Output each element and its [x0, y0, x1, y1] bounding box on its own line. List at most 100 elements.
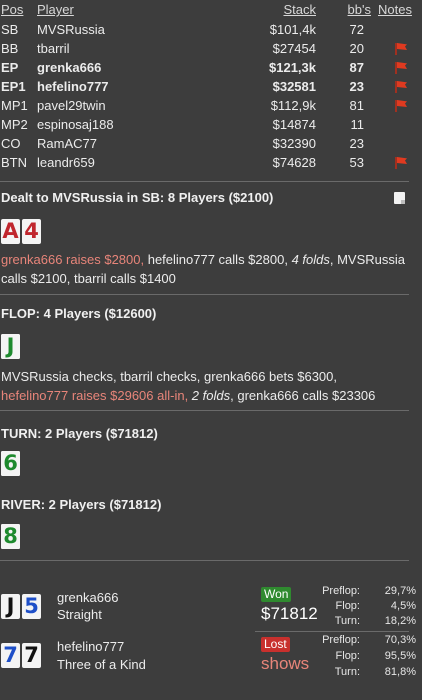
cell-player: MVSRussia	[37, 22, 105, 37]
table-row[interactable]: MP1 pavel29twin $112,9k 81	[0, 96, 422, 115]
stat-label: Turn:	[334, 666, 360, 678]
winner-cards: J5	[1, 594, 41, 619]
river-title: RIVER: 2 Players ($71812)	[1, 497, 162, 512]
lost-badge: Lost	[261, 637, 290, 652]
stat-label: Flop:	[335, 650, 360, 662]
divider	[0, 560, 409, 561]
red-flag-icon[interactable]	[395, 100, 408, 112]
table-row[interactable]: EP1 hefelino777 $32581 23	[0, 77, 422, 96]
stat-label: Preflop:	[322, 634, 360, 646]
cell-bbs: 72	[349, 22, 364, 37]
preflop-action: grenka666 raises $2800, hefelino777 call…	[1, 250, 407, 288]
playing-card: 7	[1, 643, 20, 668]
header-notes[interactable]: Notes	[378, 0, 412, 20]
playing-card: 8	[1, 524, 20, 549]
cell-stack: $74628	[272, 155, 316, 170]
cell-player: grenka666	[37, 60, 102, 75]
cell-pos: SB	[1, 22, 19, 37]
playing-card: J	[1, 334, 20, 359]
stat-value: 70,3%	[384, 634, 416, 646]
flop-action: MVSRussia checks, tbarril checks, grenka…	[1, 367, 407, 405]
cell-bbs: 53	[349, 155, 364, 170]
cell-stack: $112,9k	[270, 98, 316, 113]
cell-stack: $121,3k	[269, 60, 316, 75]
red-flag-icon[interactable]	[395, 81, 408, 93]
cell-bbs: 87	[349, 60, 364, 75]
note-icon[interactable]	[394, 192, 405, 204]
divider	[0, 294, 409, 295]
winner-name[interactable]: grenka666	[57, 589, 118, 607]
preflop-title: Dealt to MVSRussia in SB: 8 Players ($21…	[1, 190, 274, 205]
action-folds: 2 folds	[188, 388, 231, 403]
river-cards: 47J68	[1, 524, 20, 549]
stat-label: Flop:	[335, 600, 360, 612]
red-flag-icon[interactable]	[395, 157, 408, 169]
table-row[interactable]: MP2 espinosaj188 $14874 11	[0, 115, 422, 134]
playing-card: 5	[22, 594, 41, 619]
divider	[0, 410, 409, 411]
divider	[0, 181, 409, 182]
stat-value: 81,8%	[384, 666, 416, 678]
cell-stack: $32390	[272, 136, 316, 151]
cell-pos: EP	[1, 60, 19, 75]
red-flag-icon[interactable]	[395, 62, 408, 74]
table-header: Pos Player Stack bb's Notes	[0, 0, 422, 20]
cell-player: hefelino777	[37, 79, 109, 94]
cell-bbs: 81	[349, 98, 364, 113]
playing-card: A	[1, 219, 20, 244]
stat-value: 4,5%	[390, 600, 416, 612]
table-row[interactable]: BB tbarril $27454 20	[0, 39, 422, 58]
table-row[interactable]: SB MVSRussia $101,4k 72	[0, 20, 422, 39]
action-text: , grenka666 calls $23306	[230, 388, 376, 403]
header-pos[interactable]: Pos	[1, 0, 23, 20]
cell-pos: MP2	[1, 117, 28, 132]
cell-pos: EP1	[1, 79, 26, 94]
playing-card: 6	[1, 451, 20, 476]
action-text: MVSRussia checks, tbarril checks, grenka…	[1, 369, 338, 384]
hole-cards: A4	[1, 219, 41, 244]
cell-stack: $14874	[272, 117, 316, 132]
cell-bbs: 23	[349, 79, 364, 94]
cell-player: espinosaj188	[37, 117, 114, 132]
loser-name[interactable]: hefelino777	[57, 638, 124, 656]
playing-card: 4	[22, 219, 41, 244]
divider	[255, 631, 409, 632]
stat-value: 95,5%	[384, 650, 416, 662]
stat-value: 29,7%	[384, 585, 416, 597]
action-raise: hefelino777 raises $29606 all-in,	[1, 388, 189, 403]
cell-pos: CO	[1, 136, 21, 151]
action-raise: grenka666 raises $2800,	[1, 252, 145, 267]
action-text: hefelino777 calls $2800,	[144, 252, 292, 267]
flop-cards: 47J	[1, 334, 20, 359]
cell-bbs: 11	[350, 117, 365, 132]
red-flag-icon[interactable]	[395, 43, 408, 55]
cell-bbs: 20	[349, 41, 364, 56]
shows-label: shows	[261, 654, 310, 673]
cell-pos: MP1	[1, 98, 28, 113]
header-player[interactable]: Player	[37, 0, 74, 20]
header-bbs[interactable]: bb's	[348, 0, 371, 20]
table-row[interactable]: BTN leandr659 $74628 53	[0, 153, 422, 172]
table-row[interactable]: CO RamAC77 $32390 23	[0, 134, 422, 153]
cell-stack: $32581	[272, 79, 316, 94]
table-row[interactable]: EP grenka666 $121,3k 87	[0, 58, 422, 77]
cell-player: leandr659	[37, 155, 95, 170]
won-badge: Won	[261, 587, 292, 602]
cell-pos: BB	[1, 41, 19, 56]
cell-stack: $101,4k	[269, 22, 316, 37]
cell-player: pavel29twin	[37, 98, 106, 113]
cell-stack: $27454	[272, 41, 316, 56]
cell-player: tbarril	[37, 41, 70, 56]
loser-hand: Three of a Kind	[57, 657, 146, 672]
winner-hand: Straight	[57, 607, 102, 622]
stat-label: Turn:	[334, 615, 360, 627]
header-stack[interactable]: Stack	[283, 0, 316, 20]
stat-value: 18,2%	[384, 615, 416, 627]
cell-pos: BTN	[1, 155, 27, 170]
turn-title: TURN: 2 Players ($71812)	[1, 426, 158, 441]
turn-cards: 47J6	[1, 451, 20, 476]
cell-player: RamAC77	[37, 136, 97, 151]
cell-bbs: 23	[349, 136, 364, 151]
loser-cards: 77	[1, 643, 41, 668]
playing-card: J	[1, 594, 20, 619]
